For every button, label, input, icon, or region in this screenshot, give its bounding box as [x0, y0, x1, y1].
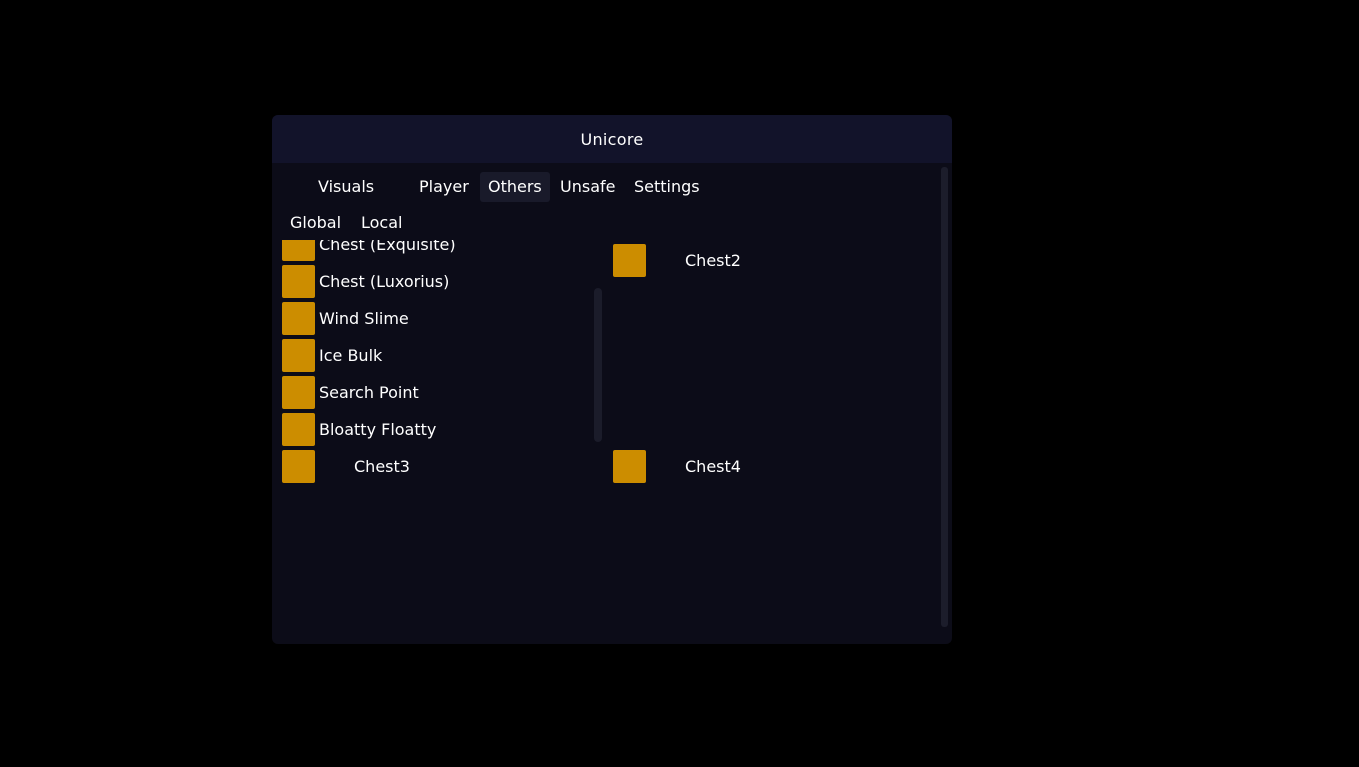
list-item-label: Wind Slime: [319, 309, 409, 328]
chest2-color-swatch[interactable]: [613, 244, 646, 277]
list-item: Chest (Luxorius): [282, 265, 582, 298]
list-item: Ice Bulk: [282, 339, 582, 372]
chest3-item: Chest3: [282, 450, 582, 483]
tab-visuals[interactable]: Visuals: [310, 172, 382, 202]
chest2-label: Chest2: [685, 251, 741, 270]
list-item: Chest (Exquisite): [282, 240, 582, 261]
tab-unsafe[interactable]: Unsafe: [552, 172, 623, 202]
list-item-label: Bloatty Floatty: [319, 420, 437, 439]
subtab-local[interactable]: Local: [361, 209, 402, 237]
color-swatch-button[interactable]: [282, 302, 315, 335]
unicore-window: Unicore Visuals Player Others Unsafe Set…: [272, 115, 952, 644]
window-scrollbar[interactable]: [941, 167, 948, 627]
list-scrollbar[interactable]: [594, 288, 602, 442]
tab-others[interactable]: Others: [480, 172, 550, 202]
list-item: Wind Slime: [282, 302, 582, 335]
tab-player[interactable]: Player: [411, 172, 477, 202]
window-titlebar[interactable]: Unicore: [272, 115, 952, 163]
chest4-item: Chest4: [613, 450, 913, 483]
list-item-label: Chest (Exquisite): [319, 240, 456, 254]
list-item-label: Chest (Luxorius): [319, 272, 450, 291]
window-title: Unicore: [580, 129, 644, 149]
color-swatch-button[interactable]: [282, 339, 315, 372]
list-item-label: Search Point: [319, 383, 419, 402]
chest3-color-swatch[interactable]: [282, 450, 315, 483]
chest3-label: Chest3: [354, 457, 410, 476]
chest2-item: Chest2: [613, 244, 913, 277]
tab-settings[interactable]: Settings: [626, 172, 708, 202]
list-item: Search Point: [282, 376, 582, 409]
list-item: Bloatty Floatty: [282, 413, 582, 446]
chest4-color-swatch[interactable]: [613, 450, 646, 483]
color-swatch-button[interactable]: [282, 265, 315, 298]
color-swatch-button[interactable]: [282, 240, 315, 261]
list-item-label: Ice Bulk: [319, 346, 383, 365]
color-swatch-button[interactable]: [282, 376, 315, 409]
subtab-global[interactable]: Global: [290, 209, 341, 237]
chest4-label: Chest4: [685, 457, 741, 476]
color-swatch-button[interactable]: [282, 413, 315, 446]
